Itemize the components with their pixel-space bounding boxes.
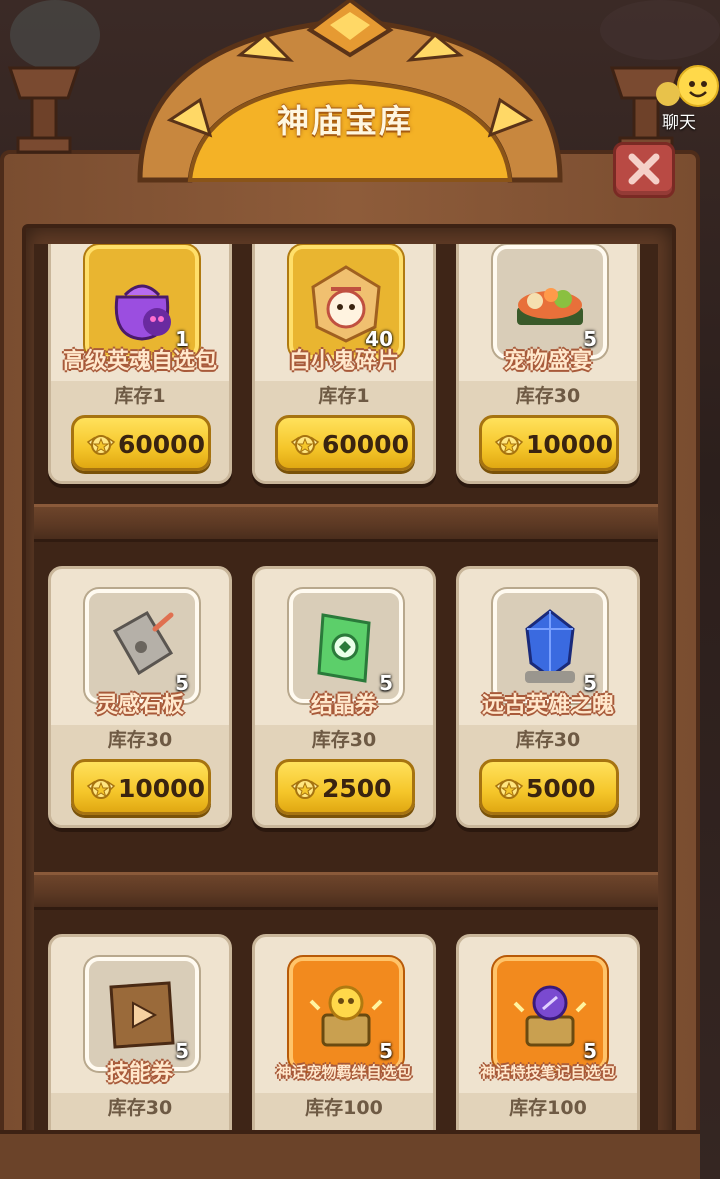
pet-feast-icon [517, 288, 583, 325]
chat-label: 聊天 [662, 113, 696, 133]
item-quantity: 5 [583, 1039, 597, 1063]
buy-button[interactable]: 60000 [71, 415, 211, 471]
item-icon-frame: 5 [493, 957, 607, 1071]
item-price: 10000 [526, 430, 613, 459]
item-stock: 库存30 [515, 729, 581, 751]
item-stock: 库存100 [509, 1097, 587, 1119]
item-name: 高级英魂自选包 [62, 349, 217, 374]
cabinet-base [0, 1130, 700, 1179]
shop-item-card[interactable]: 5 技能券 库存30 [48, 934, 232, 1134]
shop-item-card[interactable]: 5 灵感石板 库存30 10000 [48, 566, 232, 828]
buy-button[interactable]: 10000 [479, 415, 619, 471]
coin-icon [494, 779, 524, 799]
item-price: 2500 [322, 774, 392, 803]
buy-button[interactable]: 5000 [479, 759, 619, 815]
buy-button[interactable]: 2500 [275, 759, 415, 815]
shop-item-card[interactable]: 5 远古英雄之魄 库存30 5000 [456, 566, 640, 828]
item-stock: 库存100 [305, 1097, 383, 1119]
blue-crystal-icon [525, 609, 575, 683]
skill-ticket-icon [109, 981, 175, 1049]
close-icon [628, 153, 660, 185]
myth-skill-chest-icon [513, 985, 587, 1047]
item-price: 60000 [118, 430, 205, 459]
item-name: 宠物盛宴 [503, 349, 592, 374]
item-icon-frame: 1 [85, 245, 199, 359]
item-quantity: 5 [379, 1039, 393, 1063]
item-stock: 库存1 [114, 385, 166, 407]
item-price: 60000 [322, 430, 409, 459]
item-stock: 库存1 [318, 385, 370, 407]
buy-button[interactable]: 10000 [71, 759, 211, 815]
item-name: 白小鬼碎片 [288, 349, 399, 374]
coin-icon [290, 435, 320, 455]
temple-arch-header [130, 0, 570, 185]
buy-button[interactable]: 60000 [275, 415, 415, 471]
item-icon-frame: 5 [289, 589, 403, 703]
coin-icon [86, 435, 116, 455]
left-torch-icon [2, 58, 86, 168]
item-icon-frame: 5 [493, 245, 607, 359]
item-name: 结晶券 [310, 693, 377, 718]
item-name: 灵感石板 [95, 693, 184, 718]
coin-icon [494, 435, 524, 455]
item-name: 神话宠物羁绊自选包 [276, 1063, 412, 1081]
shop-item-card[interactable]: 5 宠物盛宴 库存30 10000 [456, 244, 640, 484]
item-icon-frame: 5 [493, 589, 607, 703]
item-icon-frame: 40 [289, 245, 403, 359]
item-name: 神话特技笔记自选包 [480, 1063, 616, 1081]
item-stock: 库存30 [515, 385, 581, 407]
item-price: 5000 [526, 774, 596, 803]
myth-pet-chest-icon [309, 985, 383, 1047]
coin-icon [290, 779, 320, 799]
item-name: 技能券 [106, 1061, 173, 1086]
shelf-board [34, 504, 658, 542]
stone-tablet-icon [112, 610, 174, 676]
shop-item-grid[interactable]: 1 高级英魂自选包 库存1 60000 40 白小鬼碎片 库存1 60000 5… [34, 244, 658, 1134]
shop-item-card[interactable]: 40 白小鬼碎片 库存1 60000 [252, 244, 436, 484]
shop-item-card[interactable]: 5 结晶券 库存30 2500 [252, 566, 436, 828]
background-decoration [600, 0, 720, 60]
item-name: 远古英雄之魄 [481, 693, 614, 718]
shop-item-card[interactable]: 1 高级英魂自选包 库存1 60000 [48, 244, 232, 484]
item-icon-frame: 5 [85, 957, 199, 1071]
coin-icon [86, 779, 116, 799]
shop-item-card[interactable]: 5 神话宠物羁绊自选包 库存100 [252, 934, 436, 1134]
crystal-ticket-icon [317, 613, 371, 683]
item-icon-frame: 5 [85, 589, 199, 703]
item-price: 10000 [118, 774, 205, 803]
soul-bag-icon [114, 284, 171, 341]
item-stock: 库存30 [107, 1097, 173, 1119]
shelf-board [34, 872, 658, 910]
page-title: 神庙宝库 [276, 102, 413, 140]
item-icon-frame: 5 [289, 957, 403, 1071]
item-stock: 库存30 [311, 729, 377, 751]
item-stock: 库存30 [107, 729, 173, 751]
shop-item-card[interactable]: 5 神话特技笔记自选包 库存100 [456, 934, 640, 1134]
close-button[interactable] [613, 142, 675, 198]
